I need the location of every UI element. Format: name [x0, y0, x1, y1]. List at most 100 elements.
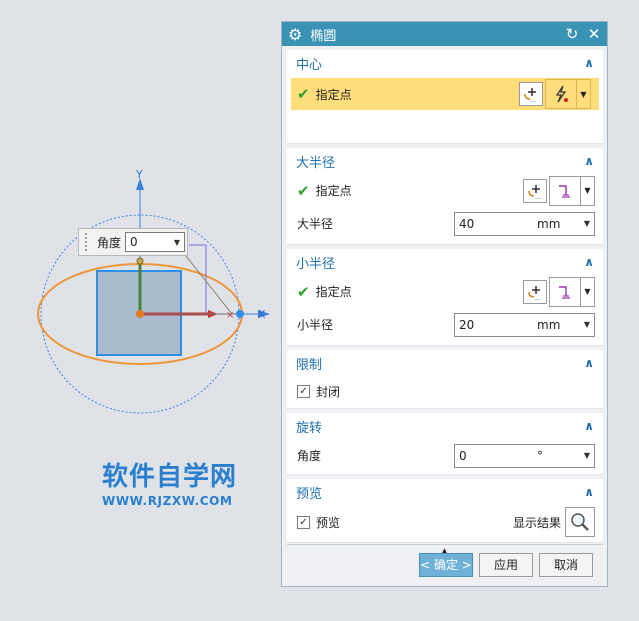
ok-button[interactable]: < 确定 >: [419, 552, 473, 577]
major-radius-unit: mm: [537, 216, 561, 231]
center-point-label: 指定点: [315, 87, 352, 102]
y-axis-label: Y: [135, 168, 143, 181]
angle-popup: 角度 0 ▼: [78, 228, 188, 256]
endpoint-button[interactable]: [549, 175, 581, 206]
apply-button[interactable]: 应用: [479, 552, 533, 577]
svg-text:...: ...: [531, 97, 537, 103]
section-limit-title: 限制: [296, 357, 323, 373]
closed-label: 封闭: [316, 384, 341, 399]
point-constructor-icon: ...: [528, 285, 541, 301]
point-constructor-icon: ...: [524, 88, 537, 103]
chevron-down-icon: ▼: [173, 237, 181, 247]
collapse-icon[interactable]: ∧: [584, 485, 594, 499]
section-minor-title: 小半径: [296, 256, 336, 272]
section-preview-title: 预览: [296, 486, 323, 502]
endpoint-dropdown[interactable]: ▼: [581, 175, 595, 206]
endpoint-button[interactable]: [549, 276, 581, 307]
dialog-title: 椭圆: [310, 28, 337, 44]
collapse-icon[interactable]: ∧: [584, 154, 594, 168]
watermark-title: 软件自学网: [102, 462, 238, 492]
major-radius-value: 40: [459, 216, 475, 231]
section-center-header[interactable]: 中心 ∧: [287, 50, 603, 76]
watermark: 软件自学网 WWW.RJZXW.COM: [102, 462, 252, 508]
collapse-icon[interactable]: ∧: [584, 255, 594, 269]
svg-text:...: ...: [535, 194, 541, 200]
svg-text:×: ×: [226, 310, 234, 321]
point-dialog-button[interactable]: ...: [523, 279, 547, 304]
chevron-down-icon[interactable]: ▼: [584, 320, 590, 329]
minor-radius-value: 20: [459, 317, 475, 332]
gear-icon: ⚙: [288, 24, 303, 44]
preview-row: ✓ 预览 显示结果: [287, 505, 603, 539]
minor-radius-unit: mm: [537, 317, 561, 332]
section-rotate-header[interactable]: 旋转 ∧: [287, 413, 603, 439]
rotate-angle-unit: °: [537, 448, 543, 463]
chevron-down-icon[interactable]: ▼: [584, 451, 590, 460]
rotate-angle-value: 0: [459, 448, 467, 463]
graphics-viewport[interactable]: × Y X 角度 0 ▼ 软件自学网 WWW.RJZXW.COM: [0, 0, 280, 621]
cancel-button[interactable]: 取消: [539, 552, 593, 577]
show-result-button[interactable]: [565, 507, 595, 537]
drag-grip-icon[interactable]: [85, 233, 89, 251]
dialog-footer: < 确定 > 应用 取消: [287, 544, 603, 584]
section-major-radius: 大半径 ∧ ✔ 指定点 ... ▼ 大半径 40 mm ▼: [287, 148, 603, 245]
infer-point-button[interactable]: [545, 79, 577, 109]
closed-row[interactable]: ✓ 封闭: [287, 376, 603, 406]
center-point-row[interactable]: ✔ 指定点 ... ▼: [291, 78, 599, 110]
endpoint-icon: [559, 285, 570, 299]
rotate-angle-row: 角度 0 ° ▼: [287, 439, 603, 472]
angle-popup-value: 0: [130, 235, 138, 249]
endpoint-icon: [559, 184, 570, 198]
section-center: 中心 ∧ ✔ 指定点 ... ▼: [287, 50, 603, 144]
endpoint-dropdown[interactable]: ▼: [581, 276, 595, 307]
checkmark-icon: ✔: [297, 181, 310, 200]
svg-text:...: ...: [535, 295, 541, 301]
chevron-down-icon[interactable]: ▼: [584, 219, 590, 228]
point-dialog-button[interactable]: ...: [519, 82, 543, 106]
major-point-label: 指定点: [315, 184, 352, 198]
viewport-canvas[interactable]: × Y X: [0, 0, 280, 621]
chevron-down-icon: ▼: [584, 186, 591, 195]
minor-radius-label: 小半径: [297, 318, 334, 332]
minor-point-label: 指定点: [315, 285, 352, 299]
show-result-label: 显示结果: [512, 515, 561, 530]
collapse-icon[interactable]: ∧: [584, 419, 594, 433]
point-constructor-icon: ...: [528, 184, 541, 200]
minor-radius-row: 小半径 20 mm ▼: [287, 308, 603, 341]
dialog-titlebar[interactable]: ⚙ 椭圆 ↻ ✕: [282, 22, 607, 46]
minor-radius-field[interactable]: 20 mm ▼: [454, 312, 595, 337]
preview-label: 预览: [316, 515, 341, 530]
point-dialog-button[interactable]: ...: [523, 178, 547, 203]
x-axis-label: X: [258, 308, 266, 321]
reset-icon[interactable]: ↻: [565, 25, 579, 43]
collapse-icon[interactable]: ∧: [584, 56, 594, 70]
collapse-icon[interactable]: ∧: [584, 356, 594, 370]
origin-point: [136, 310, 144, 318]
section-center-title: 中心: [296, 57, 323, 73]
close-icon[interactable]: ✕: [587, 25, 601, 43]
section-minor-header[interactable]: 小半径 ∧: [287, 249, 603, 275]
infer-point-dropdown[interactable]: ▼: [577, 79, 591, 109]
preview-checkbox[interactable]: ✓: [297, 515, 310, 529]
closed-checkbox[interactable]: ✓: [297, 384, 310, 398]
checkmark-icon: ✔: [297, 85, 310, 103]
section-limit-header[interactable]: 限制 ∧: [287, 350, 603, 376]
checkmark-icon: ✔: [297, 282, 310, 301]
major-radius-field[interactable]: 40 mm ▼: [454, 211, 595, 236]
section-major-header[interactable]: 大半径 ∧: [287, 148, 603, 174]
minor-point-row[interactable]: ✔ 指定点 ... ▼: [287, 275, 603, 308]
angle-popup-input[interactable]: 0 ▼: [125, 232, 186, 252]
major-point-row[interactable]: ✔ 指定点 ... ▼: [287, 174, 603, 207]
angle-popup-label: 角度: [97, 235, 122, 250]
section-major-title: 大半径: [296, 155, 336, 171]
section-rotate: 旋转 ∧ 角度 0 ° ▼: [287, 413, 603, 475]
rotate-angle-label: 角度: [297, 449, 322, 463]
chevron-down-icon: ▼: [584, 287, 591, 296]
chevron-down-icon: ▼: [580, 89, 587, 99]
major-radius-row: 大半径 40 mm ▼: [287, 207, 603, 240]
section-preview-header[interactable]: 预览 ∧: [287, 479, 603, 505]
section-minor-radius: 小半径 ∧ ✔ 指定点 ... ▼ 小半径 20 mm ▼: [287, 249, 603, 346]
section-rotate-title: 旋转: [296, 420, 323, 436]
major-radius-label: 大半径: [297, 217, 334, 231]
rotate-angle-field[interactable]: 0 ° ▼: [454, 443, 595, 468]
